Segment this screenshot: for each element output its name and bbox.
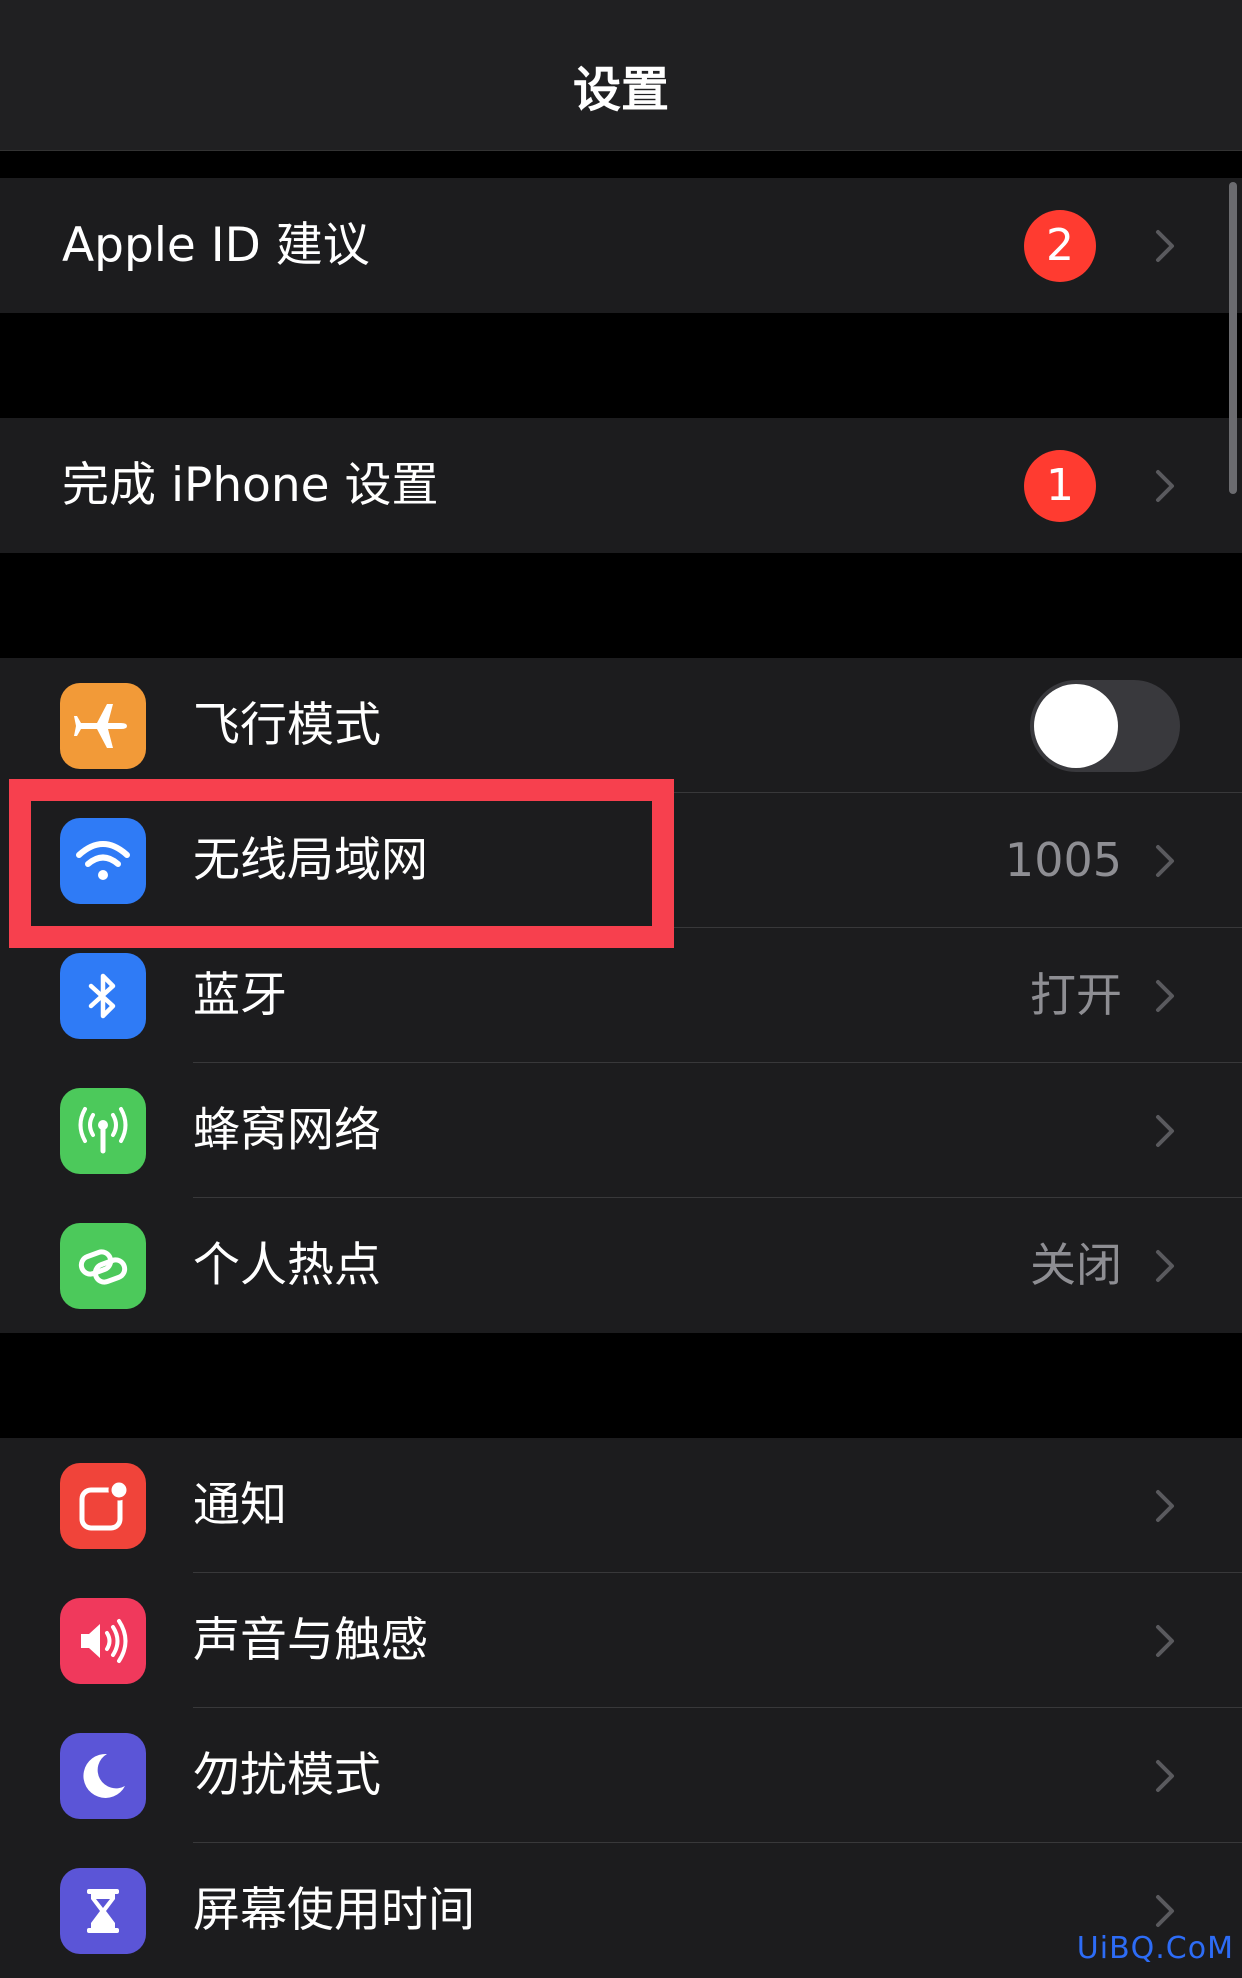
sounds-haptics-row[interactable]: 声音与触感 <box>0 1573 1242 1708</box>
finish-iphone-setup-row[interactable]: 完成 iPhone 设置 1 <box>0 418 1242 553</box>
notifications-row[interactable]: 通知 <box>0 1438 1242 1573</box>
apple-id-suggestions-row[interactable]: Apple ID 建议 2 <box>0 178 1242 313</box>
airplane-mode-row: 飞行模式 <box>0 658 1242 793</box>
watermark: UiBQ.CoM <box>1076 1931 1234 1966</box>
navigation-bar: 设置 <box>0 0 1242 151</box>
chevron-right-icon <box>1156 844 1174 877</box>
page-title: 设置 <box>572 62 669 118</box>
airplane-mode-label: 飞行模式 <box>193 698 381 753</box>
personal-hotspot-label: 个人热点 <box>193 1238 381 1293</box>
notifications-group: 通知 声音与触感 勿扰模式 屏幕使用时间 <box>0 1438 1242 1978</box>
bluetooth-label: 蓝牙 <box>193 968 287 1023</box>
scroll-indicator[interactable] <box>1229 182 1237 494</box>
chevron-right-icon <box>1156 469 1174 502</box>
finish-setup-label: 完成 iPhone 设置 <box>62 458 439 513</box>
airplane-icon <box>60 682 146 769</box>
apple-id-group: Apple ID 建议 2 <box>0 178 1242 313</box>
chevron-right-icon <box>1156 1894 1174 1927</box>
antenna-icon <box>60 1087 146 1174</box>
speaker-icon <box>60 1597 146 1684</box>
hourglass-icon <box>60 1867 146 1954</box>
chevron-right-icon <box>1156 1489 1174 1522</box>
sounds-haptics-label: 声音与触感 <box>193 1613 428 1668</box>
bluetooth-icon <box>60 952 146 1039</box>
wifi-icon <box>60 817 146 904</box>
chevron-right-icon <box>1156 1114 1174 1147</box>
moon-icon <box>60 1732 146 1819</box>
bluetooth-status-value: 打开 <box>1030 968 1122 1022</box>
do-not-disturb-row[interactable]: 勿扰模式 <box>0 1708 1242 1843</box>
hotspot-status-value: 关闭 <box>1030 1238 1122 1292</box>
chevron-right-icon <box>1156 1249 1174 1282</box>
screen-time-row[interactable]: 屏幕使用时间 <box>0 1843 1242 1978</box>
wifi-network-value: 1005 <box>1004 833 1122 887</box>
notification-badge: 1 <box>1024 449 1096 522</box>
chevron-right-icon <box>1156 1759 1174 1792</box>
do-not-disturb-label: 勿扰模式 <box>193 1748 381 1803</box>
wifi-label: 无线局域网 <box>193 833 428 888</box>
chevron-right-icon <box>1156 1624 1174 1657</box>
wifi-row[interactable]: 无线局域网 1005 <box>0 793 1242 928</box>
screen-time-label: 屏幕使用时间 <box>193 1883 475 1938</box>
personal-hotspot-row[interactable]: 个人热点 关闭 <box>0 1198 1242 1333</box>
hotspot-icon <box>60 1222 146 1309</box>
airplane-mode-toggle[interactable] <box>1030 679 1180 772</box>
cellular-row[interactable]: 蜂窝网络 <box>0 1063 1242 1198</box>
chevron-right-icon <box>1156 979 1174 1012</box>
toggle-knob <box>1034 683 1118 768</box>
notification-badge: 2 <box>1024 209 1096 282</box>
notifications-label: 通知 <box>193 1478 287 1533</box>
apple-id-label: Apple ID 建议 <box>62 218 370 273</box>
cellular-label: 蜂窝网络 <box>193 1103 381 1158</box>
connectivity-group: 飞行模式 无线局域网 1005 蓝牙 打开 蜂窝网络 个人热点 关闭 <box>0 658 1242 1333</box>
notification-icon <box>60 1462 146 1549</box>
chevron-right-icon <box>1156 229 1174 262</box>
bluetooth-row[interactable]: 蓝牙 打开 <box>0 928 1242 1063</box>
finish-setup-group: 完成 iPhone 设置 1 <box>0 418 1242 553</box>
